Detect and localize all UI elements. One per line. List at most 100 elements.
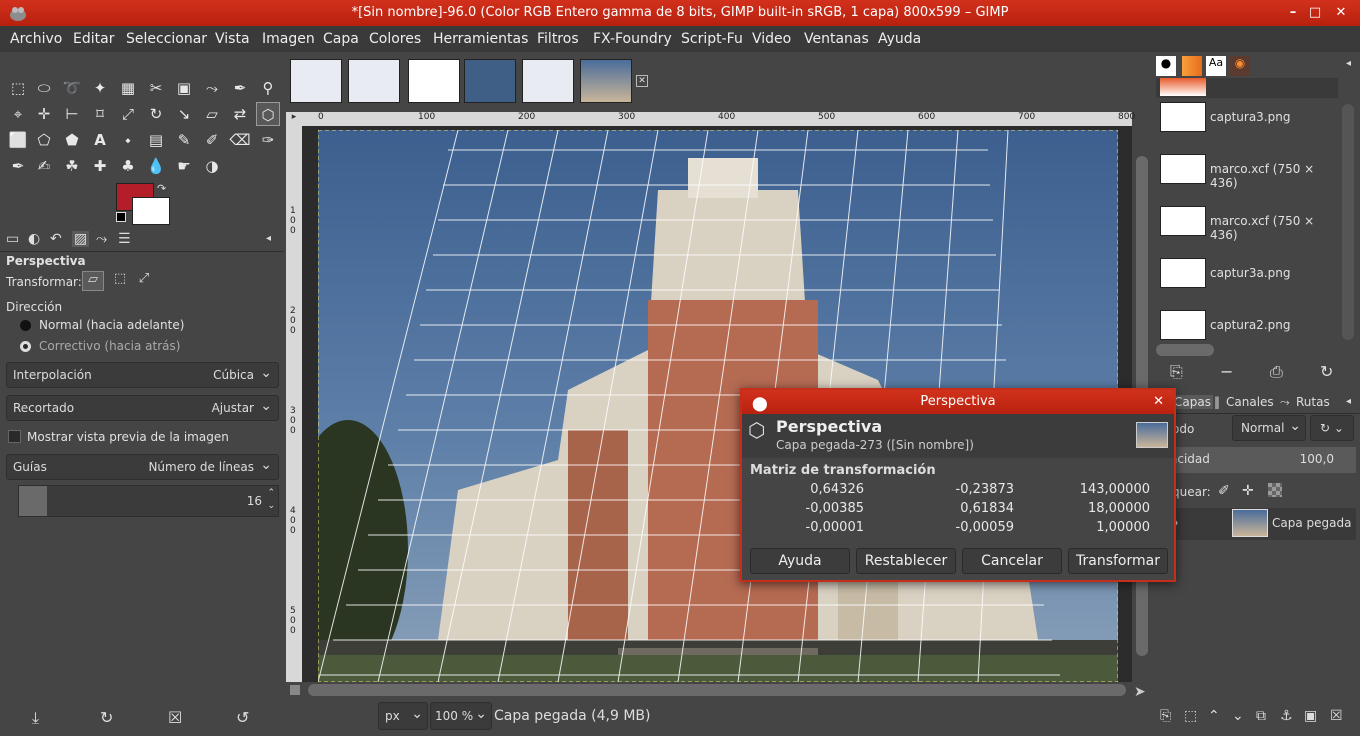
delete-options-icon[interactable]: ☒ [168,708,182,727]
brushes-tab-icon[interactable]: ● [1156,56,1176,76]
images-list-item[interactable]: marco.xcf (750 × 436) [1156,150,1344,200]
tab-capas[interactable]: Capas [1172,395,1213,409]
images-list-item[interactable]: captura3.png [1156,98,1344,148]
tab-canales-label[interactable]: Canales [1226,395,1274,409]
layer-row[interactable]: ❯ Capa pegada [1156,508,1356,540]
menu-fx-foundry[interactable]: FX-Foundry [593,31,672,47]
rotate-icon[interactable]: ↻ [144,102,168,126]
fonts-tab-icon[interactable]: Aa [1206,56,1226,76]
lock-pixels-icon[interactable]: ✐ [1218,483,1230,499]
rect-select-icon[interactable]: ⬚ [6,76,30,100]
device-status-tab-icon[interactable]: ◐ [28,231,40,247]
menu-ayuda[interactable]: Ayuda [878,31,921,47]
menu-colores[interactable]: Colores [369,31,421,47]
dodge-burn-icon[interactable]: ◑ [200,154,224,178]
panel-menu-icon[interactable]: ◂ [1346,58,1351,69]
patterns-tab-icon[interactable] [1182,56,1202,76]
images-scrollbar[interactable] [1342,104,1354,340]
clipping-combo[interactable]: Recortado Ajustar ⌄ [6,395,279,421]
raise-layer-icon[interactable]: ⌃ [1208,708,1220,724]
close-window-icon[interactable]: ✕ [1328,0,1354,26]
navigate-icon[interactable]: ▸ [286,112,302,126]
unified-transform-icon[interactable]: ⤢ [116,102,140,126]
close-tab-icon[interactable]: ✕ [636,75,648,87]
menu-vista[interactable]: Vista [215,31,250,47]
ink-icon[interactable]: ✒ [6,154,30,178]
refresh-icon[interactable]: ↻ [1320,362,1333,381]
warp-icon[interactable]: ⬠ [32,128,56,152]
mask-icon[interactable]: ▣ [1304,708,1317,724]
swap-colors-icon[interactable]: ↷ [157,182,166,195]
print-icon[interactable]: ⎙ [1270,362,1283,382]
images-list-item[interactable]: marco.xcf (750 × 436) [1156,202,1344,252]
image-tab[interactable] [348,59,400,103]
images-list-item[interactable]: captur3a.png [1156,254,1344,304]
tool-options-tab-icon[interactable]: ▭ [6,231,19,247]
cage-icon[interactable]: ⬜ [6,128,30,152]
image-tab-active[interactable] [580,59,632,103]
blur-icon[interactable]: 💧 [144,154,168,178]
images-tab-icon[interactable]: ◉ [1230,56,1250,76]
clone-icon[interactable]: ☘ [60,154,84,178]
horizontal-scroll-thumb[interactable] [308,684,1126,696]
transform-selection-icon[interactable]: ⬚ [110,271,130,291]
layers-tab-icon[interactable]: ☰ [118,231,131,247]
default-colors-icon[interactable] [116,212,126,222]
heal-icon[interactable]: ✚ [88,154,112,178]
paths-icon[interactable]: ⤳ [200,76,224,100]
lines-spinner[interactable]: 16 ⌃ ⌄ [18,485,279,517]
save-options-icon[interactable]: ⤓ [32,708,39,728]
menu-capa[interactable]: Capa [323,31,359,47]
crop-icon[interactable]: ⌑ [88,102,112,126]
perspective-clone-icon[interactable]: ♣ [116,154,140,178]
direction-normal-radio[interactable] [20,320,31,331]
new-group-icon[interactable]: ⬚ [1184,708,1197,724]
image-tab[interactable] [290,59,342,103]
interpolation-combo[interactable]: Interpolación Cúbica ⌄ [6,362,279,388]
image-tab[interactable] [464,59,516,103]
gradient-icon[interactable]: ▤ [144,128,168,152]
maximize-icon[interactable]: □ [1302,0,1328,26]
anchor-layer-icon[interactable]: ⚓ [1280,708,1293,724]
undo-history-tab-icon[interactable]: ↶ [50,231,62,247]
move-icon[interactable]: ✛ [32,102,56,126]
color-select-icon[interactable]: ▦ [116,76,140,100]
reset-button[interactable]: Restablecer [856,548,956,574]
edit-image-icon[interactable]: ⎘ [1170,362,1183,382]
reset-options-icon[interactable]: ↺ [236,708,249,727]
mypaint-brush-icon[interactable]: ✍ [32,154,56,178]
eraser-icon[interactable]: ⌫ [228,128,252,152]
spinner-arrows-icon[interactable]: ⌃ ⌄ [267,487,275,513]
restore-options-icon[interactable]: ↻ [100,708,113,727]
perspective-tool-icon[interactable]: ⬡ [256,102,280,126]
menu-script-fu[interactable]: Script-Fu [681,31,743,47]
opacity-slider[interactable]: acidad 100,0 [1156,447,1356,473]
transform-path-icon[interactable]: ⤢ [134,271,154,291]
shear-icon[interactable]: ▱ [200,102,224,126]
mode-combo[interactable]: Normal ⌄ [1232,415,1306,441]
menu-archivo[interactable]: Archivo [10,31,62,47]
image-tab[interactable] [522,59,574,103]
menu-editar[interactable]: Editar [73,31,114,47]
menu-filtros[interactable]: Filtros [537,31,579,47]
close-dialog-icon[interactable]: ✕ [1153,390,1164,414]
transform-button[interactable]: Transformar [1068,548,1168,574]
navigate-arrow-icon[interactable]: ➤ [1134,684,1146,700]
menu-herramientas[interactable]: Herramientas [433,31,528,47]
scissors-icon[interactable]: ✂ [144,76,168,100]
handle-transform-icon[interactable]: ⬟ [60,128,84,152]
panel-menu-icon[interactable]: ◂ [266,233,271,244]
mode-switch-icon[interactable]: ↻ ⌄ [1310,415,1354,441]
zoom-icon[interactable]: ⚲ [256,76,280,100]
remove-image-icon[interactable]: − [1220,362,1233,381]
duplicate-layer-icon[interactable]: ⧉ [1256,708,1266,724]
ellipse-select-icon[interactable]: ⬭ [32,76,56,100]
airbrush-icon[interactable]: ✑ [256,128,280,152]
scale-icon[interactable]: ↘ [172,102,196,126]
menu-ventanas[interactable]: Ventanas [804,31,869,47]
measure-icon[interactable]: ⌖ [6,102,30,126]
pencil-icon[interactable]: ✎ [172,128,196,152]
image-tab[interactable] [408,59,460,103]
help-button[interactable]: Ayuda [750,548,850,574]
paths-tab-icon[interactable]: ⤳ [1280,395,1290,410]
